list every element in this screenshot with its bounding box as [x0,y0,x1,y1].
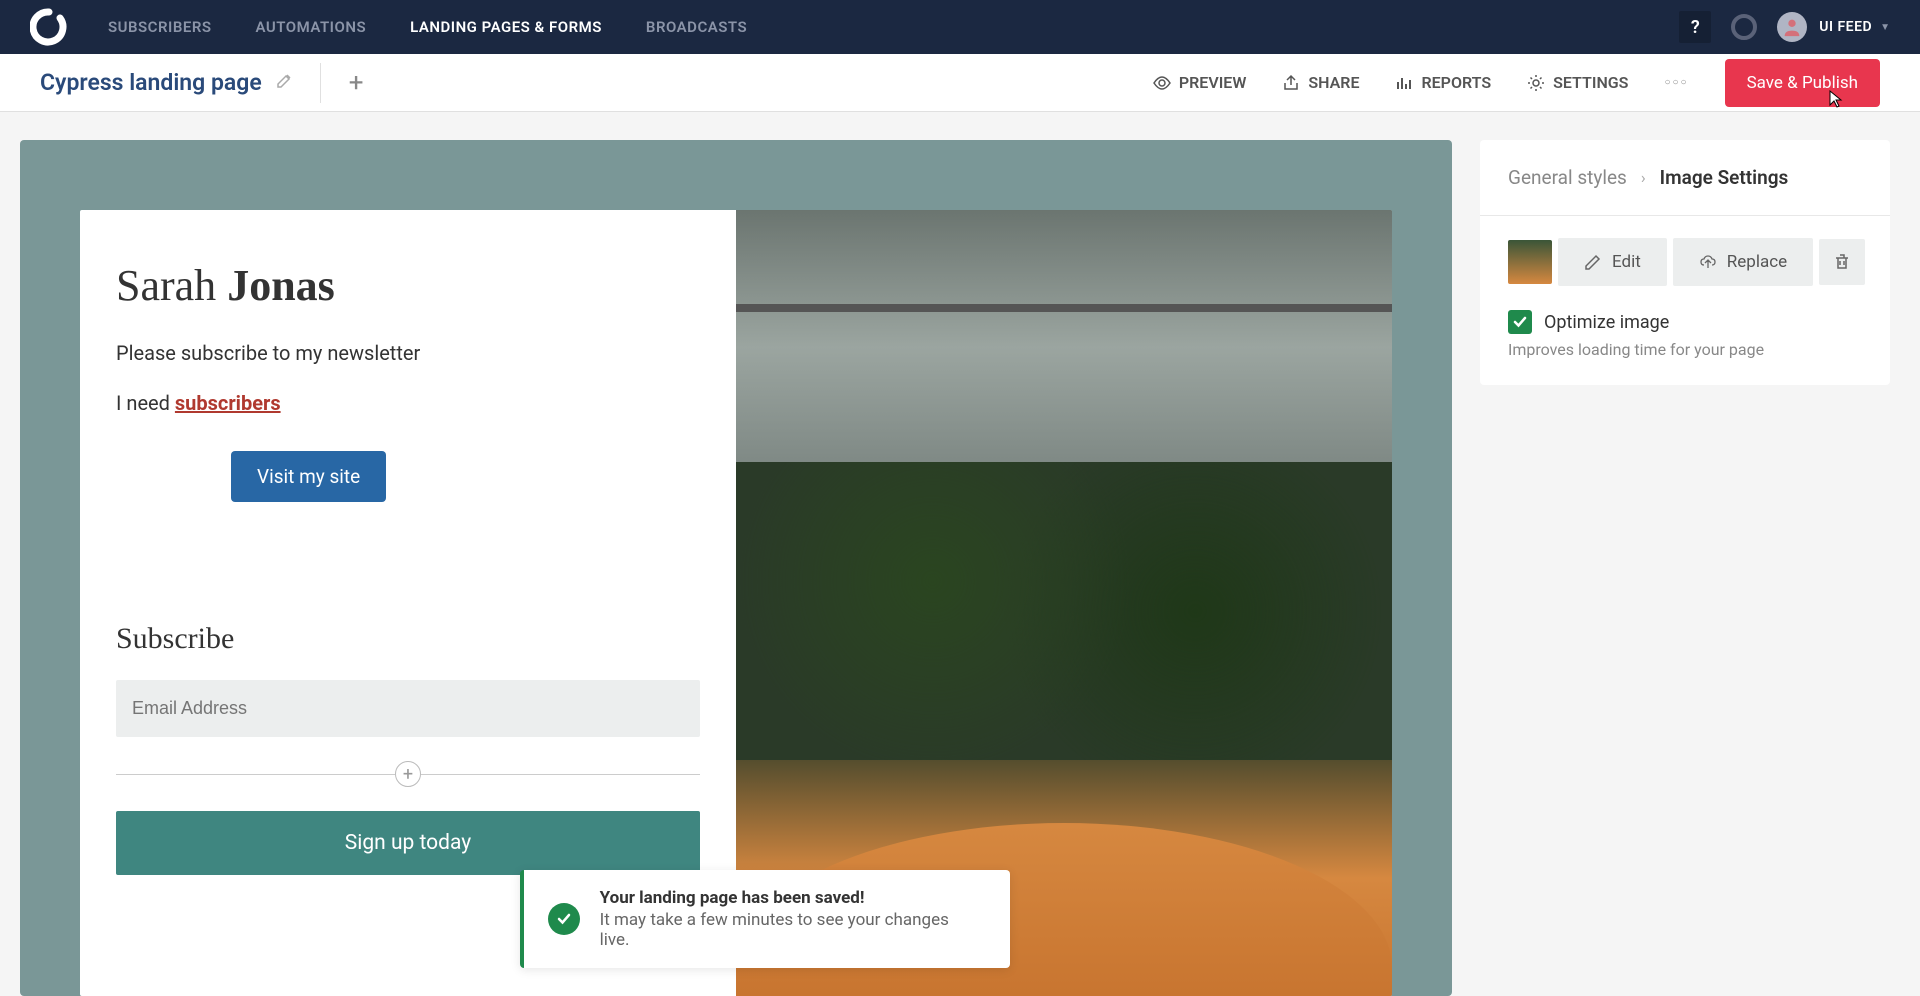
add-field-icon[interactable]: + [395,761,421,787]
divider [320,63,321,103]
help-button[interactable]: ? [1679,11,1711,43]
user-avatar[interactable] [1777,12,1807,42]
signup-button[interactable]: Sign up today [116,811,700,875]
image-actions: Edit Replace [1508,238,1862,286]
settings-sidebar: General styles › Image Settings Edit Rep… [1480,140,1890,385]
settings-button[interactable]: SETTINGS [1527,73,1628,92]
optimize-checkbox-row: Optimize image [1508,310,1862,334]
pencil-icon [1584,253,1602,271]
settings-label: SETTINGS [1553,73,1628,92]
eye-icon [1153,74,1171,92]
check-icon [1512,314,1528,330]
image-thumbnail[interactable] [1508,240,1552,284]
more-options-icon[interactable]: ○○○ [1664,77,1688,88]
logo-icon[interactable] [30,8,68,46]
breadcrumb: General styles › Image Settings [1508,166,1862,189]
breadcrumb-current: Image Settings [1660,166,1789,189]
delete-image-button[interactable] [1819,239,1865,285]
share-button[interactable]: SHARE [1282,73,1359,92]
user-dropdown-caret-icon[interactable]: ▼ [1880,22,1890,33]
preview-label: PREVIEW [1179,73,1247,92]
reports-button[interactable]: REPORTS [1395,73,1491,92]
add-field-divider: + [116,761,700,787]
subscribe-block: Subscribe + Sign up today [116,622,700,875]
replace-image-button[interactable]: Replace [1673,238,1813,286]
editor-canvas: Sarah Jonas Please subscribe to my newsl… [20,140,1452,996]
reports-label: REPORTS [1421,73,1491,92]
breadcrumb-root[interactable]: General styles [1508,166,1627,189]
share-icon [1282,74,1300,92]
gear-icon [1527,74,1545,92]
nav-subscribers[interactable]: SUBSCRIBERS [108,18,212,36]
optimize-help-text: Improves loading time for your page [1508,340,1862,359]
visit-site-button[interactable]: Visit my site [231,451,386,502]
page-title: Cypress landing page [40,69,262,96]
nav-automations[interactable]: AUTOMATIONS [256,18,367,36]
chevron-right-icon: › [1641,168,1646,187]
hero-subtitle[interactable]: Please subscribe to my newsletter [116,341,700,365]
edit-title-icon[interactable] [276,73,292,93]
optimize-checkbox[interactable] [1508,310,1532,334]
preview-button[interactable]: PREVIEW [1153,73,1247,92]
hero-name[interactable]: Sarah Jonas [116,260,700,311]
share-label: SHARE [1308,73,1359,92]
top-nav: SUBSCRIBERS AUTOMATIONS LANDING PAGES & … [0,0,1920,54]
status-circle-icon[interactable] [1731,14,1757,40]
divider [1480,215,1890,216]
nav-landing-pages[interactable]: LANDING PAGES & FORMS [410,18,602,36]
toast-message: It may take a few minutes to see your ch… [600,910,978,950]
check-circle-icon [548,903,580,935]
trash-icon [1833,253,1851,271]
edit-image-button[interactable]: Edit [1558,238,1667,286]
subscribe-title[interactable]: Subscribe [116,622,700,656]
save-publish-button[interactable]: Save & Publish [1725,59,1880,107]
chart-icon [1395,74,1413,92]
sub-nav: Cypress landing page + PREVIEW SHARE REP… [0,54,1920,112]
cloud-upload-icon [1699,253,1717,271]
user-name-label[interactable]: UI FEED [1819,19,1872,35]
replace-label: Replace [1727,252,1787,272]
add-page-icon[interactable]: + [349,68,364,98]
hero-need-text[interactable]: I need subscribers [116,391,700,415]
cursor-icon [1827,89,1845,113]
main-content: Sarah Jonas Please subscribe to my newsl… [0,112,1920,996]
success-toast: Your landing page has been saved! It may… [520,870,1010,968]
nav-broadcasts[interactable]: BROADCASTS [646,18,747,36]
edit-label: Edit [1612,252,1641,272]
email-input[interactable] [116,680,700,737]
toast-title: Your landing page has been saved! [600,888,978,908]
optimize-label: Optimize image [1544,312,1669,333]
